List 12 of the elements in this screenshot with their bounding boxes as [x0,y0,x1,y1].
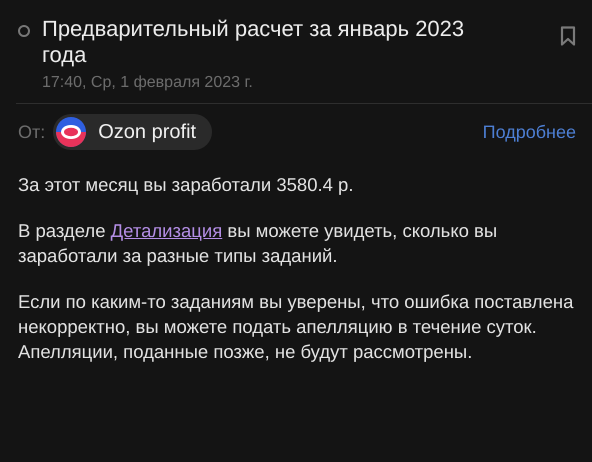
body-paragraph: За этот месяц вы заработали 3580.4 р. [18,173,354,197]
details-link[interactable]: Подробнее [482,122,576,142]
body-paragraph: Если по каким-то заданиям вы уверены, что ошибка поставлена некорректно, вы можете подать апелляцию в течение суток. Апелляции, поданные позже, не будут рассмотрены. [18,290,574,364]
bookmark-icon[interactable] [560,26,576,46]
status-icon [18,25,30,37]
detail-link[interactable]: Детализация [110,220,222,241]
sender-chip[interactable]: Ozon profit [53,114,212,150]
message-date: 17:40, Ср, 1 февраля 2023 г. [42,74,254,92]
body-paragraph: В разделе Детализация вы можете увидеть, сколько вы заработали за разные типы заданий. [18,219,498,268]
from-label: От: [18,122,46,142]
message-title: Предварительный расчет за январь 2023 года [42,16,466,68]
logo-icon [56,117,86,147]
